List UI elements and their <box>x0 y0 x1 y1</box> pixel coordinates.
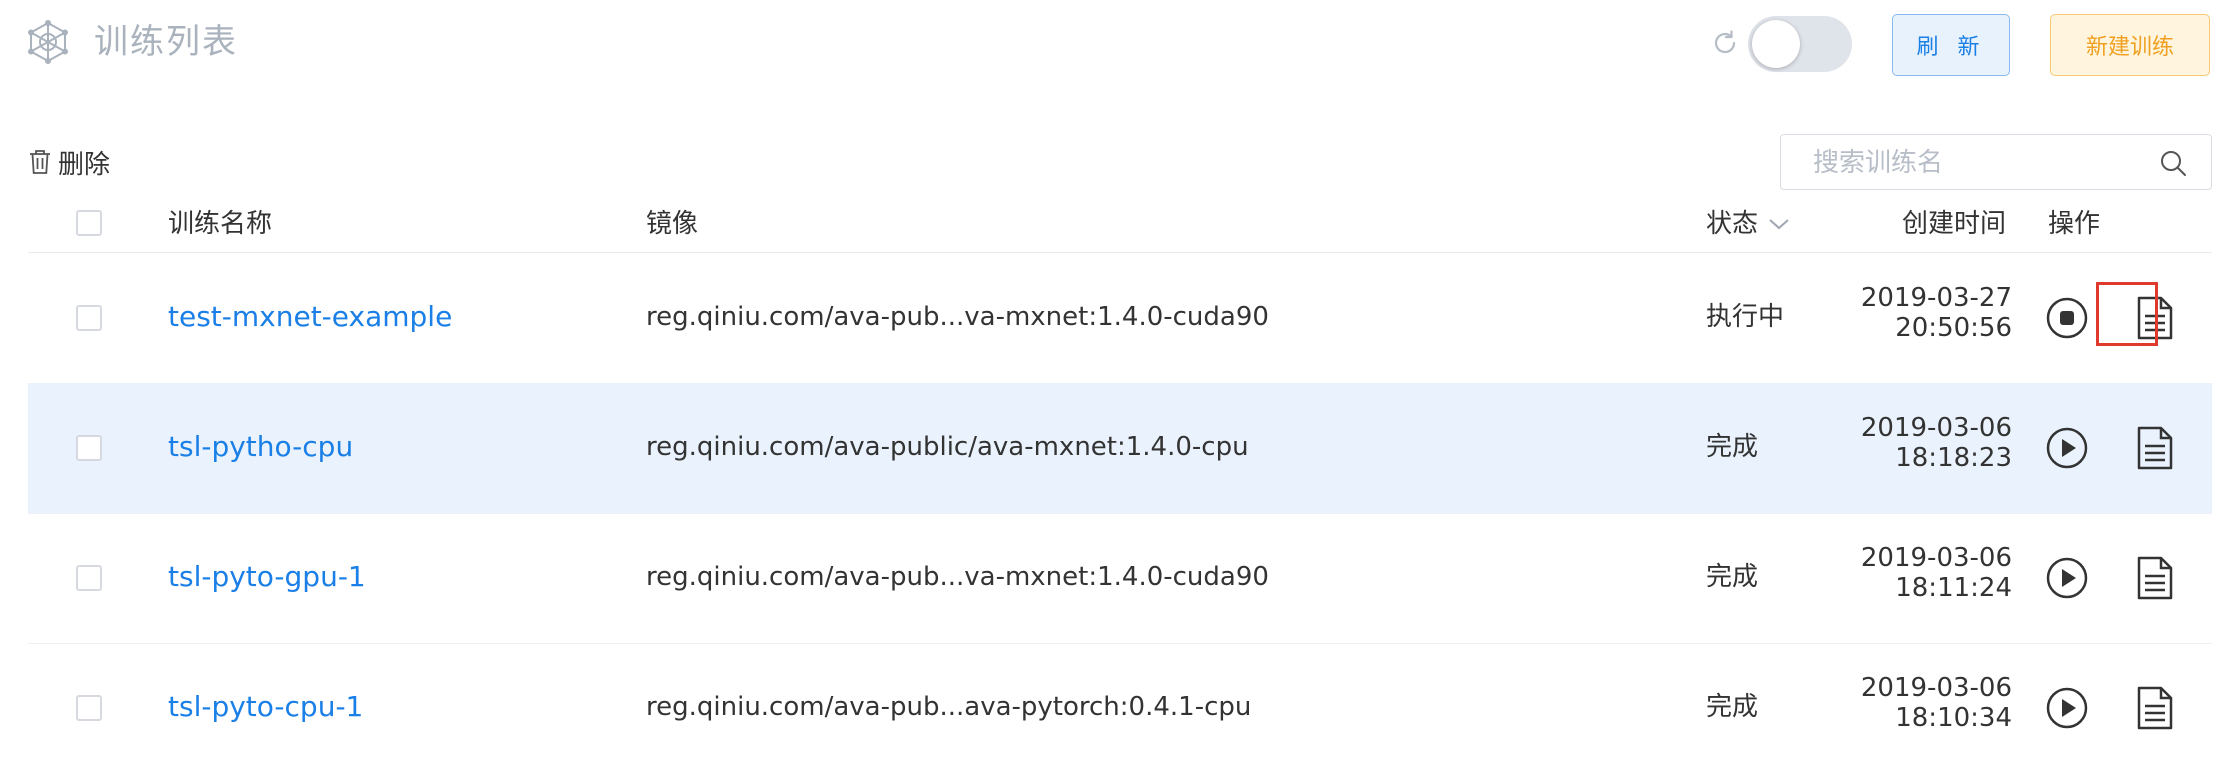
row-checkbox[interactable] <box>76 695 102 721</box>
image-cell: reg.qiniu.com/ava-pub...va-mxnet:1.4.0-c… <box>646 562 1269 592</box>
table-row: tsl-pyto-cpu-1 reg.qiniu.com/ava-pub...a… <box>28 643 2212 773</box>
status-cell: 完成 <box>1706 692 1759 722</box>
page-title: 训练列表 <box>94 22 238 62</box>
row-checkbox[interactable] <box>76 565 102 591</box>
image-cell: reg.qiniu.com/ava-public/ava-mxnet:1.4.0… <box>646 432 1249 462</box>
row-checkbox[interactable] <box>76 305 102 331</box>
table-row: tsl-pyto-gpu-1 reg.qiniu.com/ava-pub...v… <box>28 513 2212 644</box>
play-icon[interactable] <box>2046 687 2088 729</box>
stop-icon[interactable] <box>2046 297 2088 339</box>
created-clock: 18:11:24 <box>1895 573 2012 603</box>
new-training-button[interactable]: 新建训练 <box>2050 14 2210 76</box>
created-time-cell: 2019-03-06 18:11:24 <box>1861 543 2012 603</box>
play-icon[interactable] <box>2046 427 2088 469</box>
created-clock: 18:10:34 <box>1895 703 2012 733</box>
created-date: 2019-03-27 <box>1860 283 2012 313</box>
column-header-image: 镜像 <box>646 209 699 239</box>
select-all-checkbox[interactable] <box>76 210 102 236</box>
chevron-down-icon[interactable] <box>1768 217 1790 231</box>
created-time-cell: 2019-03-06 18:10:34 <box>1861 673 2012 733</box>
page-header: 训练列表 刷 新 新建训练 <box>0 0 2236 90</box>
search-field[interactable] <box>1780 134 2212 191</box>
training-name-link[interactable]: test-mxnet-example <box>168 299 452 335</box>
annotation-highlight-box <box>2096 282 2158 346</box>
row-checkbox[interactable] <box>76 435 102 461</box>
training-name-link[interactable]: tsl-pyto-gpu-1 <box>168 559 366 595</box>
search-icon[interactable] <box>2159 149 2187 177</box>
play-icon[interactable] <box>2046 557 2088 599</box>
document-icon[interactable] <box>2136 426 2174 470</box>
column-header-status[interactable]: 状态 <box>1706 204 1790 244</box>
column-header-actions: 操作 <box>2048 209 2101 239</box>
column-header-name: 训练名称 <box>168 209 273 239</box>
image-cell: reg.qiniu.com/ava-pub...ava-pytorch:0.4.… <box>646 692 1252 722</box>
table-row: test-mxnet-example reg.qiniu.com/ava-pub… <box>28 253 2212 384</box>
network-logo-icon <box>28 20 68 64</box>
document-icon[interactable] <box>2136 686 2174 730</box>
refresh-button[interactable]: 刷 新 <box>1892 14 2010 76</box>
search-input[interactable] <box>1811 135 2145 191</box>
delete-button[interactable]: 删除 <box>28 145 111 180</box>
created-date: 2019-03-06 <box>1860 413 2012 443</box>
status-cell: 执行中 <box>1706 302 1785 332</box>
status-cell: 完成 <box>1706 562 1759 592</box>
trash-icon <box>30 150 50 174</box>
training-name-link[interactable]: tsl-pyto-cpu-1 <box>168 689 363 725</box>
created-time-cell: 2019-03-06 18:18:23 <box>1861 413 2012 473</box>
status-cell: 完成 <box>1706 432 1759 462</box>
delete-label: 删除 <box>58 149 111 180</box>
refresh-icon[interactable] <box>1710 28 1740 58</box>
table-header: 训练名称 镜像 状态 创建时间 操作 <box>28 196 2212 253</box>
created-date: 2019-03-06 <box>1860 673 2012 703</box>
created-date: 2019-03-06 <box>1860 543 2012 573</box>
document-icon[interactable] <box>2136 556 2174 600</box>
image-cell: reg.qiniu.com/ava-pub...va-mxnet:1.4.0-c… <box>646 302 1269 332</box>
status-header-label: 状态 <box>1706 209 1759 239</box>
table-row: tsl-pytho-cpu reg.qiniu.com/ava-public/a… <box>28 383 2212 514</box>
column-header-created: 创建时间 <box>1902 209 2007 239</box>
auto-refresh-toggle[interactable] <box>1748 16 1852 72</box>
created-time-cell: 2019-03-27 20:50:56 <box>1861 283 2012 343</box>
toggle-knob <box>1752 20 1800 68</box>
created-clock: 18:18:23 <box>1895 443 2012 473</box>
created-clock: 20:50:56 <box>1895 313 2012 343</box>
training-name-link[interactable]: tsl-pytho-cpu <box>168 429 353 465</box>
